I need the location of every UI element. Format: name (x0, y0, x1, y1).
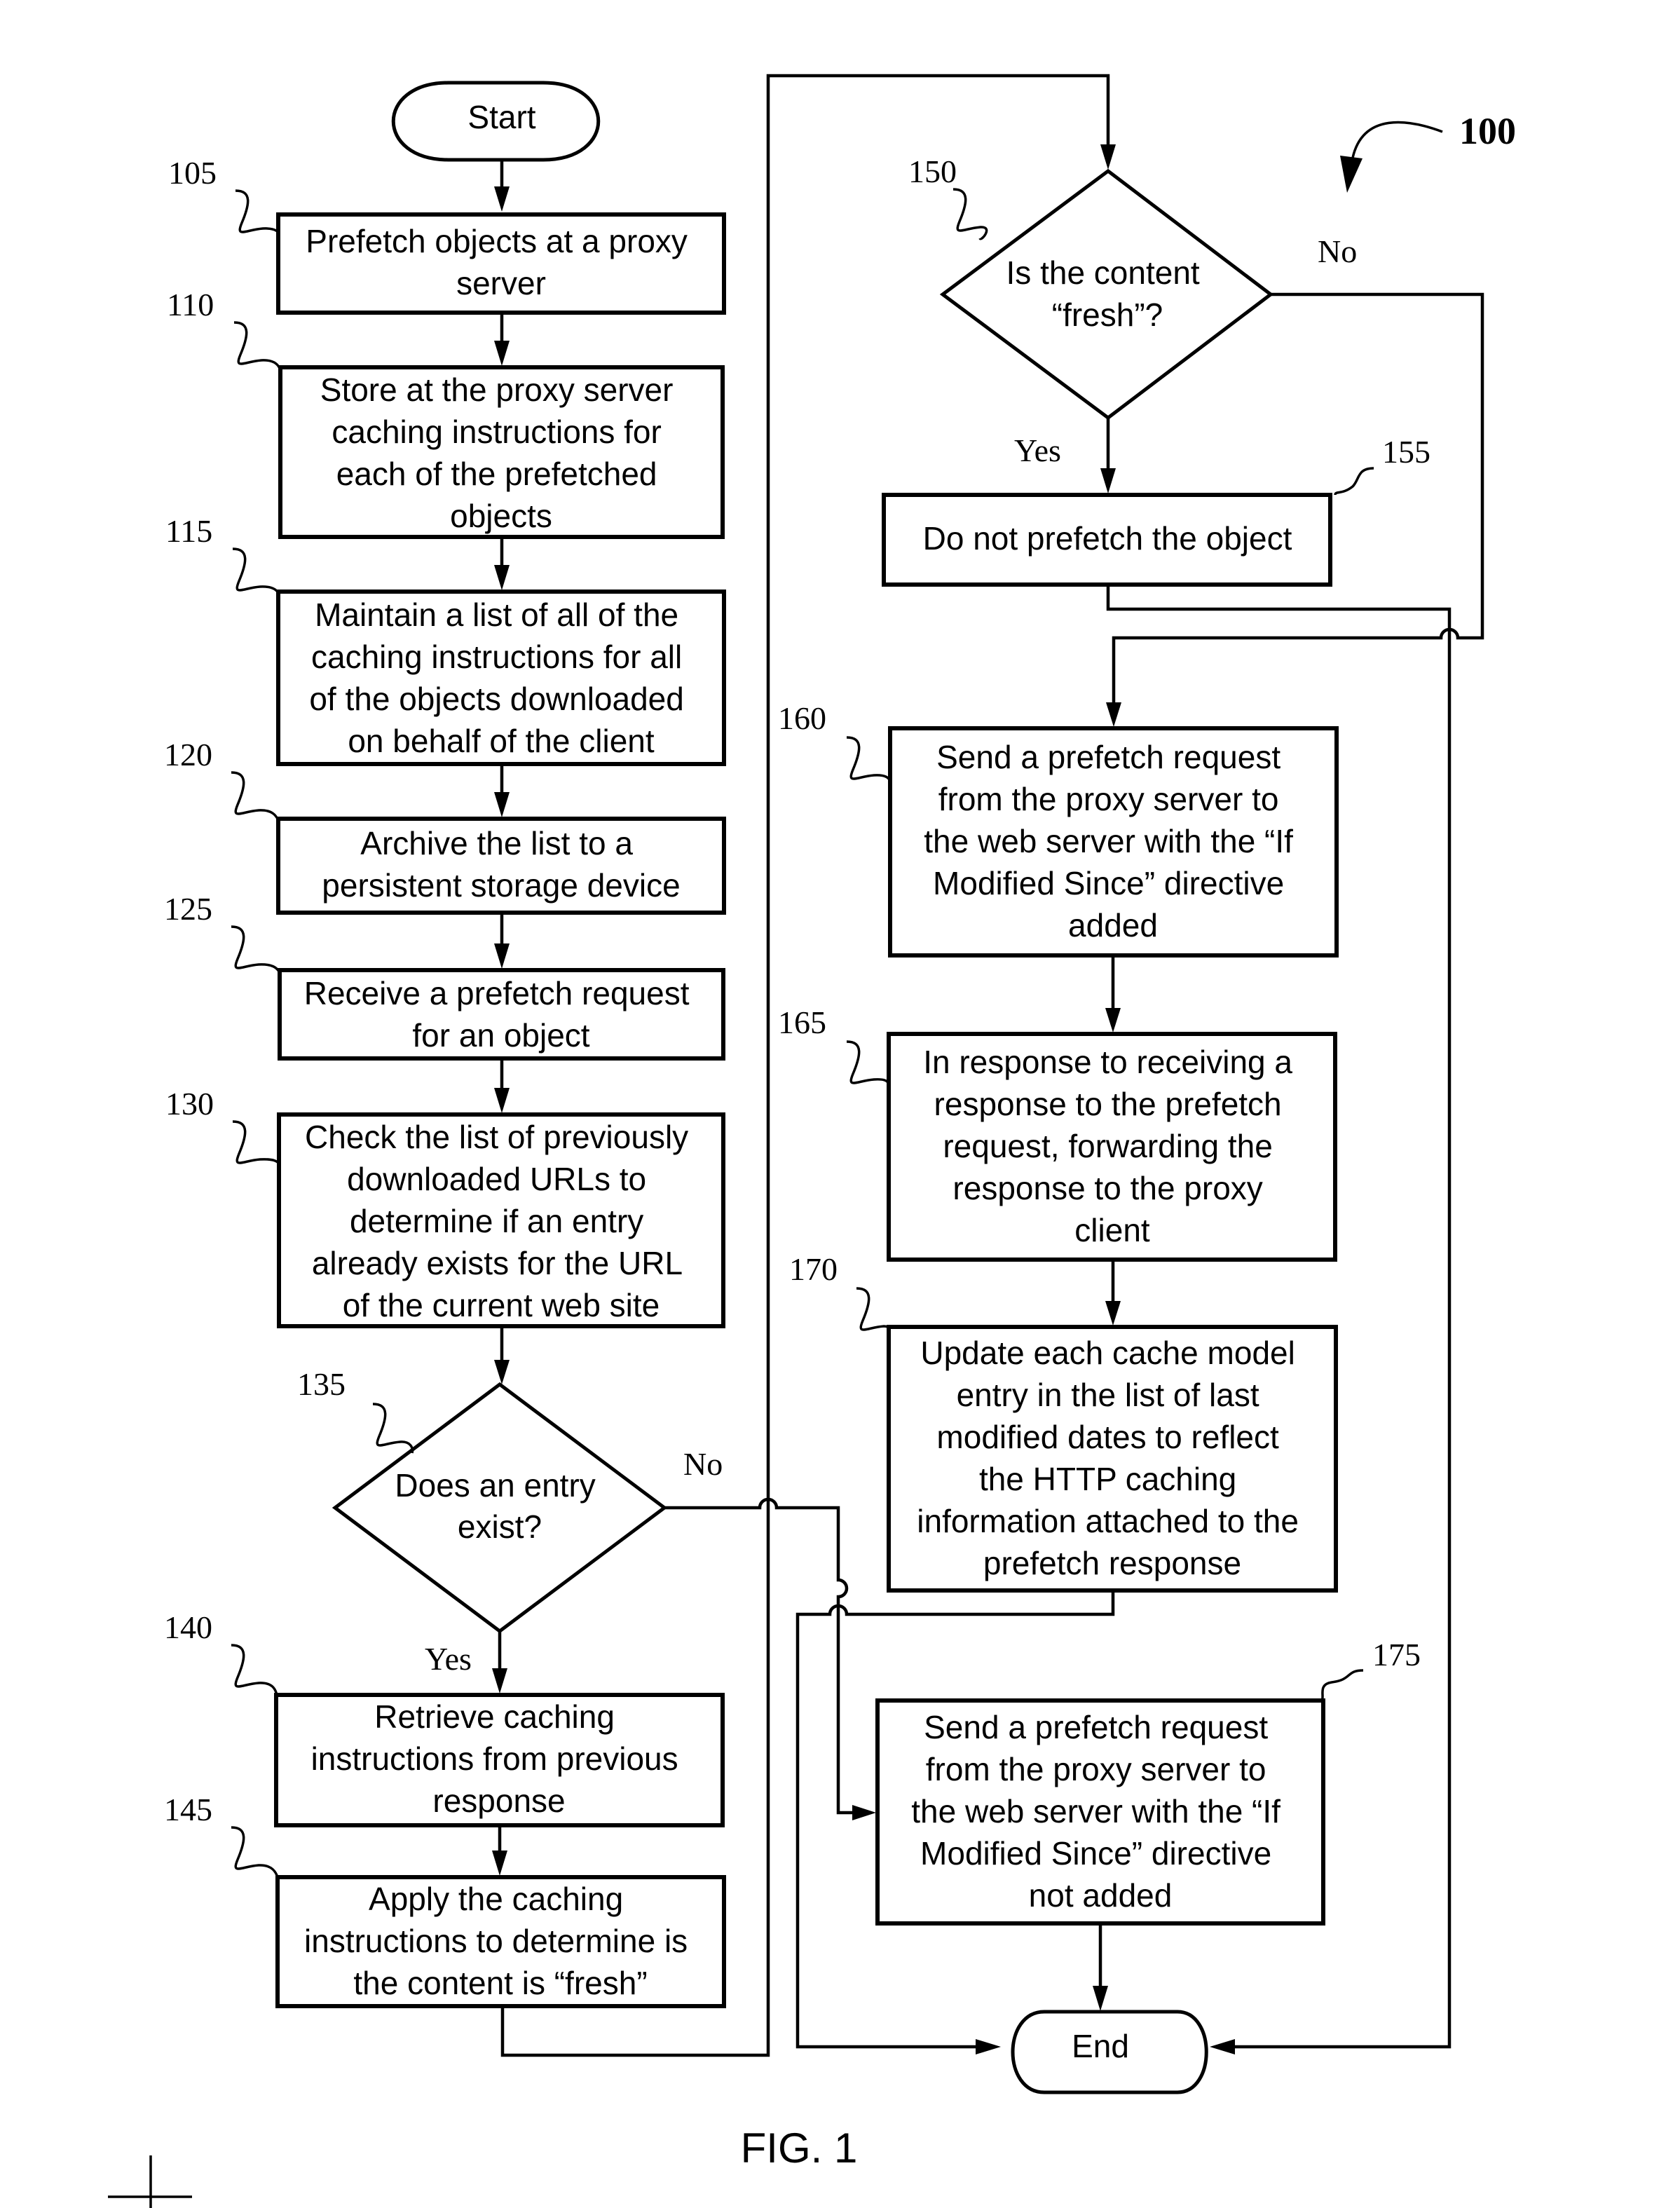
decision-150: Is the content “fresh”? (939, 168, 1274, 421)
start-terminal: Start (391, 81, 601, 162)
step-130-text: Check the list of previously downloaded … (305, 1119, 697, 1323)
leader-120 (231, 771, 280, 821)
arrowhead-100 (1340, 156, 1363, 193)
ref-125: 125 (164, 891, 212, 927)
step-120: Archive the list to a persistent storage… (276, 817, 726, 915)
flowchart-canvas: Start Prefetch objects at a proxy server… (108, 74, 1516, 2208)
ref-170: 170 (789, 1251, 838, 1287)
figure-title: FIG. 1 (741, 2125, 858, 2172)
step-165: In response to receiving a response to t… (887, 1032, 1337, 1262)
leader-140 (231, 1644, 278, 1696)
start-label: Start (467, 99, 535, 135)
d135-yes-label: Yes (425, 1641, 472, 1677)
arrowhead (1106, 702, 1121, 727)
arrowhead (852, 1805, 876, 1820)
step-140: Retrieve caching instructions from previ… (274, 1693, 725, 1827)
leader-115 (232, 547, 280, 595)
step-160: Send a prefetch request from the proxy s… (888, 726, 1339, 958)
leader-150 (952, 188, 988, 240)
arrowhead (1105, 1008, 1121, 1033)
arrowhead (494, 341, 510, 366)
end-label: End (1072, 2028, 1129, 2064)
leader-130 (232, 1120, 280, 1165)
leader-125 (231, 925, 280, 972)
ref-155: 155 (1382, 434, 1430, 470)
arrowhead (494, 792, 510, 817)
arrowhead (494, 186, 510, 212)
arrowhead (492, 1668, 507, 1694)
step-125: Receive a prefetch request for an object (278, 968, 725, 1061)
step-155-text: Do not prefetch the object (923, 520, 1292, 557)
step-110: Store at the proxy server caching instru… (278, 365, 725, 539)
leader-135 (372, 1403, 414, 1454)
registration-crosshair (108, 2155, 192, 2208)
arrowhead (1100, 468, 1116, 493)
step-105: Prefetch objects at a proxy server (276, 212, 726, 315)
ref-140: 140 (164, 1609, 212, 1645)
ref-135: 135 (297, 1366, 346, 1402)
leader-170 (856, 1287, 890, 1331)
arrowhead (494, 943, 510, 969)
arrowhead (1093, 1986, 1108, 2011)
arrowhead (494, 1360, 510, 1384)
step-145: Apply the caching instructions to determ… (275, 1875, 726, 2008)
leader-165 (846, 1040, 890, 1084)
ref-105: 105 (168, 155, 217, 191)
step-170: Update each cache model entry in the lis… (887, 1325, 1338, 1593)
arrowhead (492, 1851, 507, 1876)
d150-no-label: No (1318, 233, 1357, 269)
end-terminal: End (1011, 2010, 1208, 2094)
ref-175: 175 (1372, 1637, 1421, 1672)
ref-120: 120 (164, 737, 212, 772)
diagram-id: 100 (1340, 110, 1516, 193)
d135-no-label: No (683, 1446, 723, 1482)
leader-145 (231, 1826, 279, 1878)
leader-160 (846, 736, 892, 782)
d150-yes-label: Yes (1014, 432, 1061, 468)
step-115: Maintain a list of all of the caching in… (276, 590, 726, 766)
leader-110 (233, 321, 282, 371)
arrowhead (1100, 144, 1116, 170)
arrowhead (494, 565, 510, 590)
leader-155 (1334, 467, 1374, 496)
curved-arrow-100 (1351, 121, 1443, 158)
arrowhead (1105, 1301, 1121, 1326)
step-130: Check the list of previously downloaded … (277, 1112, 725, 1328)
ref-130: 130 (165, 1086, 214, 1122)
ref-150: 150 (908, 154, 957, 189)
step-175: Send a prefetch request from the proxy s… (875, 1698, 1325, 1926)
ref-165: 165 (778, 1004, 826, 1040)
arrowhead (494, 1088, 510, 1113)
ref-160: 160 (778, 700, 826, 736)
leader-175 (1320, 1669, 1364, 1701)
ref-115: 115 (165, 513, 212, 549)
ref-145: 145 (164, 1792, 212, 1827)
arrowhead (1210, 2039, 1235, 2054)
step-155: Do not prefetch the object (882, 493, 1332, 587)
ref-110: 110 (167, 287, 214, 322)
diagram-ref-100: 100 (1459, 110, 1516, 152)
arrowhead (976, 2039, 1001, 2054)
leader-105 (235, 189, 280, 236)
